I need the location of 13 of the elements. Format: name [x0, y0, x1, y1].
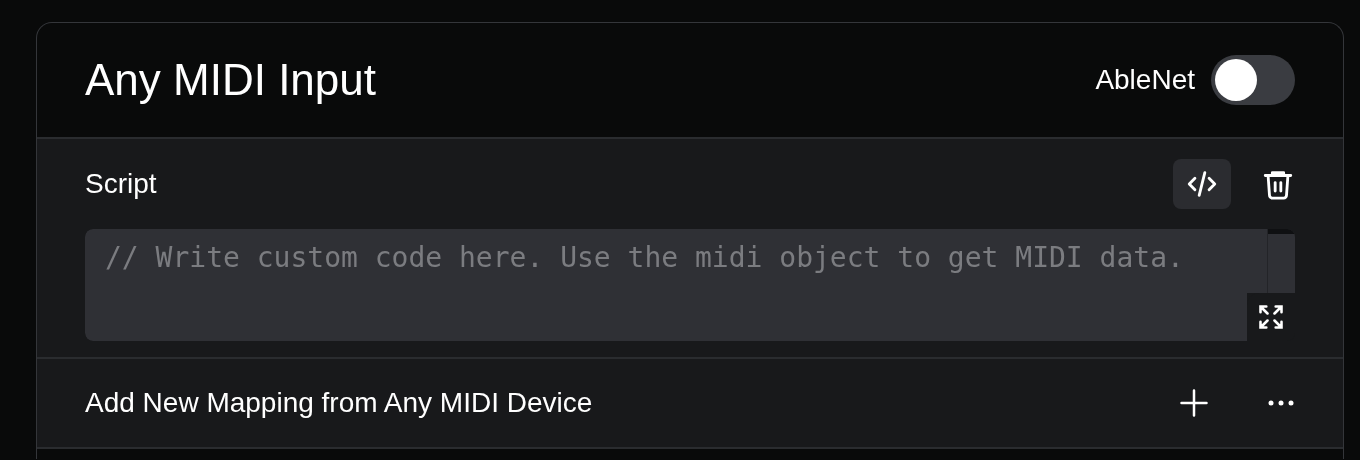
- more-button[interactable]: [1267, 399, 1295, 407]
- toggle-switch[interactable]: [1211, 55, 1295, 105]
- code-editor[interactable]: // Write custom code here. Use the midi object to get MIDI data.: [85, 229, 1247, 341]
- mapping-label: Add New Mapping from Any MIDI Device: [85, 387, 594, 419]
- expand-icon: [1257, 303, 1285, 331]
- plus-icon: [1179, 388, 1209, 418]
- section-label: Script: [85, 168, 158, 200]
- toggle-label: AbleNet: [1095, 64, 1195, 96]
- code-button[interactable]: [1173, 159, 1231, 209]
- add-button[interactable]: [1179, 388, 1209, 418]
- more-icon: [1267, 399, 1295, 407]
- scrollbar[interactable]: [1267, 229, 1295, 293]
- card-title: Any MIDI Input: [85, 55, 377, 105]
